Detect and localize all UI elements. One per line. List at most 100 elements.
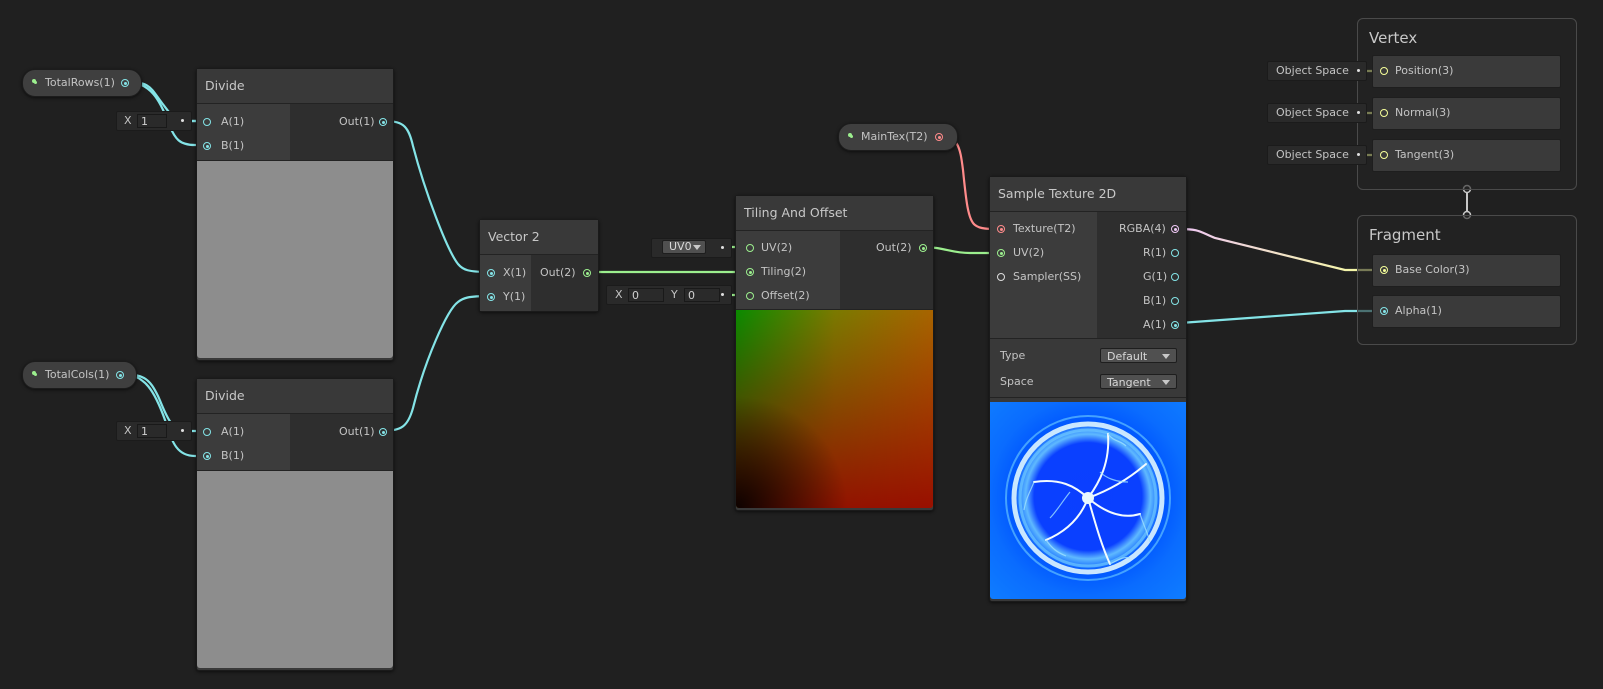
output-port-rgba[interactable]: RGBA(4) (1119, 221, 1179, 237)
port-dot (1380, 266, 1388, 274)
normal-space-field[interactable]: Object Space (1267, 103, 1367, 123)
divide-bottom-b-default-field[interactable]: X 1 (116, 421, 192, 441)
input-port-y[interactable]: Y(1) (487, 289, 525, 305)
property-totalrows[interactable]: TotalRows(1) (22, 69, 142, 97)
property-maintex[interactable]: MainTex(T2) (838, 123, 958, 151)
input-port-tiling[interactable]: Tiling(2) (746, 264, 806, 280)
port-label: Out(1) (339, 115, 375, 128)
wire-alpha (1178, 309, 1386, 325)
port-label: Tiling(2) (761, 265, 807, 278)
port-label: A(1) (221, 115, 245, 128)
property-totalcols[interactable]: TotalCols(1) (22, 361, 137, 389)
type-label: Type (1000, 349, 1026, 362)
block-label: Normal(3) (1395, 106, 1451, 119)
output-port-r[interactable]: R(1) (1143, 245, 1179, 261)
output-port-out[interactable]: Out(1) (339, 424, 387, 440)
chevron-down-icon (693, 245, 701, 250)
divide-top-b-default-field[interactable]: X 1 (116, 111, 192, 131)
input-port-offset[interactable]: Offset(2) (746, 288, 810, 304)
port-dot (1171, 249, 1179, 257)
position-space-field[interactable]: Object Space (1267, 61, 1367, 81)
port-dot (997, 249, 1005, 257)
port-dot (1380, 67, 1388, 75)
sample-texture-2d-node[interactable]: Sample Texture 2D Texture(T2) UV(2) Samp… (989, 176, 1187, 602)
output-port-out[interactable]: Out(2) (540, 265, 591, 281)
input-port-uv[interactable]: UV(2) (997, 245, 1044, 261)
property-label: TotalRows(1) (45, 76, 115, 89)
port-dot (1171, 273, 1179, 281)
fragment-block-alpha[interactable]: Alpha(1) (1372, 295, 1561, 328)
vector2-node[interactable]: Vector 2 X(1) Y(1) Out(2) (479, 219, 599, 312)
port-label: B(1) (1143, 294, 1167, 307)
port-dot (746, 268, 754, 276)
port-dot (487, 269, 495, 277)
block-label: Position(3) (1395, 64, 1454, 77)
input-port-x[interactable]: X(1) (487, 265, 526, 281)
port-label: Y(1) (503, 290, 526, 303)
vertex-block-position[interactable]: Position(3) (1372, 55, 1561, 88)
uv-gradient-dark-corner (736, 310, 933, 508)
chevron-down-icon (1162, 380, 1170, 385)
port-label: UV(2) (1013, 246, 1045, 259)
block-label: Tangent(3) (1395, 148, 1455, 161)
tangent-space-field[interactable]: Object Space (1267, 145, 1367, 165)
property-output-port[interactable] (116, 371, 124, 379)
tiling-uv-channel-field[interactable]: UV0 (651, 238, 732, 258)
port-dot (1171, 321, 1179, 329)
uv-channel-dropdown[interactable]: UV0 (662, 240, 706, 254)
chevron-down-icon (1162, 354, 1170, 359)
vertex-block-tangent[interactable]: Tangent(3) (1372, 139, 1561, 172)
tiling-and-offset-node[interactable]: Tiling And Offset UV(2) Tiling(2) Offset… (735, 195, 934, 511)
tiling-offset-default-field[interactable]: X 0 Y 0 (606, 285, 732, 305)
node-title: Divide (197, 69, 393, 104)
node-title: Vector 2 (480, 220, 598, 255)
property-output-port[interactable] (935, 133, 943, 141)
divide-node-top[interactable]: Divide A(1) B(1) Out(1) (196, 68, 394, 361)
output-port-g[interactable]: G(1) (1143, 269, 1179, 285)
input-port-b[interactable]: B(1) (203, 448, 244, 464)
node-ports: A(1) B(1) Out(1) (197, 414, 393, 471)
input-port-a[interactable]: A(1) (203, 114, 244, 130)
node-preview (197, 161, 393, 358)
offset-x-label: X (615, 288, 623, 301)
input-port-a[interactable]: A(1) (203, 424, 244, 440)
port-label: B(1) (221, 139, 245, 152)
field-axis-label: X (124, 114, 132, 127)
output-port-out[interactable]: Out(2) (876, 240, 927, 256)
port-dot (203, 118, 211, 126)
field-connector-icon (181, 119, 184, 122)
port-dot (997, 273, 1005, 281)
node-ports: Texture(T2) UV(2) Sampler(SS) RGBA(4) R(… (990, 212, 1186, 339)
port-dot (203, 142, 211, 150)
output-port-b[interactable]: B(1) (1143, 293, 1179, 309)
port-label: X(1) (503, 266, 527, 279)
port-dot (379, 118, 387, 126)
port-label: R(1) (1143, 246, 1167, 259)
divide-node-bottom[interactable]: Divide A(1) B(1) Out(1) (196, 378, 394, 671)
property-label: MainTex(T2) (861, 130, 928, 143)
wire-rgba-basecolor (1178, 227, 1386, 272)
input-port-sampler[interactable]: Sampler(SS) (997, 269, 1081, 285)
input-port-b[interactable]: B(1) (203, 138, 244, 154)
output-port-a[interactable]: A(1) (1143, 317, 1179, 333)
vertex-block-normal[interactable]: Normal(3) (1372, 97, 1561, 130)
port-dot (746, 244, 754, 252)
property-output-port[interactable] (121, 79, 129, 87)
output-port-out[interactable]: Out(1) (339, 114, 387, 130)
property-exposed-icon (848, 133, 853, 138)
input-port-texture[interactable]: Texture(T2) (997, 221, 1076, 237)
context-title: Vertex (1369, 29, 1418, 47)
offset-y-input[interactable]: 0 (684, 288, 720, 302)
input-port-uv[interactable]: UV(2) (746, 240, 792, 256)
field-connector-icon (721, 293, 724, 296)
port-label: UV(2) (761, 241, 793, 254)
space-dropdown[interactable]: Tangent (1100, 374, 1177, 389)
fragment-block-base-color[interactable]: Base Color(3) (1372, 254, 1561, 287)
port-label: Texture(T2) (1013, 222, 1076, 235)
port-dot (1380, 307, 1388, 315)
node-ports: UV(2) Tiling(2) Offset(2) Out(2) (736, 231, 933, 310)
offset-x-input[interactable]: 0 (628, 288, 664, 302)
field-value-input[interactable]: 1 (137, 114, 167, 128)
type-dropdown[interactable]: Default (1100, 348, 1177, 363)
field-value-input[interactable]: 1 (137, 424, 167, 438)
